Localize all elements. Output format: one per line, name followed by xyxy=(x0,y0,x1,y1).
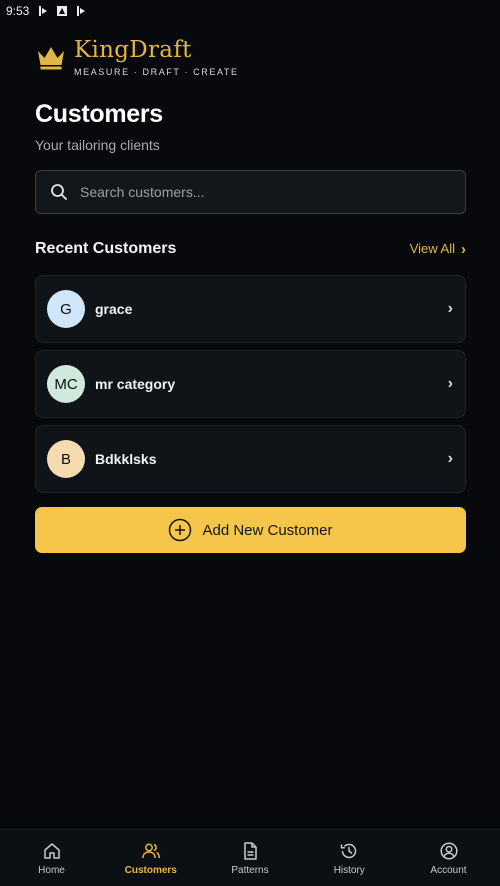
nav-home-label: Home xyxy=(38,864,65,876)
add-new-customer-label: Add New Customer xyxy=(202,521,333,539)
nav-account-label: Account xyxy=(430,864,467,876)
recent-customers-title: Recent Customers xyxy=(35,240,177,257)
notification-icon xyxy=(39,6,48,16)
status-time: 9:53 xyxy=(6,4,30,18)
nav-customers[interactable]: Customers xyxy=(101,830,200,886)
logo-text: KingDraft MEASURE · DRAFT · CREATE xyxy=(74,36,239,77)
plus-circle-icon xyxy=(169,518,192,542)
avatar: G xyxy=(47,290,85,328)
brand-tagline: MEASURE · DRAFT · CREATE xyxy=(74,67,239,77)
customer-row[interactable]: G grace › xyxy=(35,275,466,343)
nav-patterns[interactable]: Patterns xyxy=(201,830,300,886)
history-icon xyxy=(341,843,357,858)
page-title: Customers xyxy=(35,100,163,128)
chevron-right-icon: › xyxy=(447,450,453,467)
bottom-nav: Home Customers Patterns History Account xyxy=(0,829,500,886)
customers-screen: 9:53 KingDraft MEASURE · DRAFT · CREATE … xyxy=(0,0,500,886)
notification-icon xyxy=(77,6,86,16)
nav-home[interactable]: Home xyxy=(2,830,101,886)
nav-customers-label: Customers xyxy=(124,864,177,876)
customer-name: mr category xyxy=(95,376,176,392)
brand-name: KingDraft xyxy=(74,37,192,63)
app-logo: KingDraft MEASURE · DRAFT · CREATE xyxy=(36,36,239,77)
notification-icon xyxy=(57,6,68,16)
chevron-right-icon: › xyxy=(447,375,453,392)
customer-name: grace xyxy=(95,301,133,317)
avatar: MC xyxy=(47,365,85,403)
user-circle-icon xyxy=(439,841,458,860)
document-icon xyxy=(244,841,257,860)
crown-icon xyxy=(38,47,64,70)
search-box[interactable] xyxy=(35,170,466,214)
nav-history[interactable]: History xyxy=(300,830,399,886)
view-all-link[interactable]: View All › xyxy=(409,241,466,258)
nav-account[interactable]: Account xyxy=(399,830,498,886)
search-icon xyxy=(51,184,67,200)
status-icons xyxy=(37,5,87,17)
add-new-customer-button[interactable]: Add New Customer xyxy=(35,507,466,553)
view-all-label: View All xyxy=(409,241,455,256)
customer-row[interactable]: B Bdkklsks › xyxy=(35,425,466,493)
nav-history-label: History xyxy=(333,864,365,876)
nav-patterns-label: Patterns xyxy=(231,864,269,876)
customer-row[interactable]: MC mr category › xyxy=(35,350,466,418)
status-bar: 9:53 xyxy=(0,0,500,22)
page-subtitle: Your tailoring clients xyxy=(35,137,160,153)
home-icon xyxy=(43,842,60,859)
users-icon xyxy=(142,843,160,858)
avatar: B xyxy=(47,440,85,478)
search-input[interactable] xyxy=(80,184,440,200)
customer-list: G grace › MC mr category › B Bdkklsks › xyxy=(35,275,466,500)
chevron-right-icon: › xyxy=(461,241,466,258)
chevron-right-icon: › xyxy=(447,300,453,317)
customer-name: Bdkklsks xyxy=(95,451,157,467)
